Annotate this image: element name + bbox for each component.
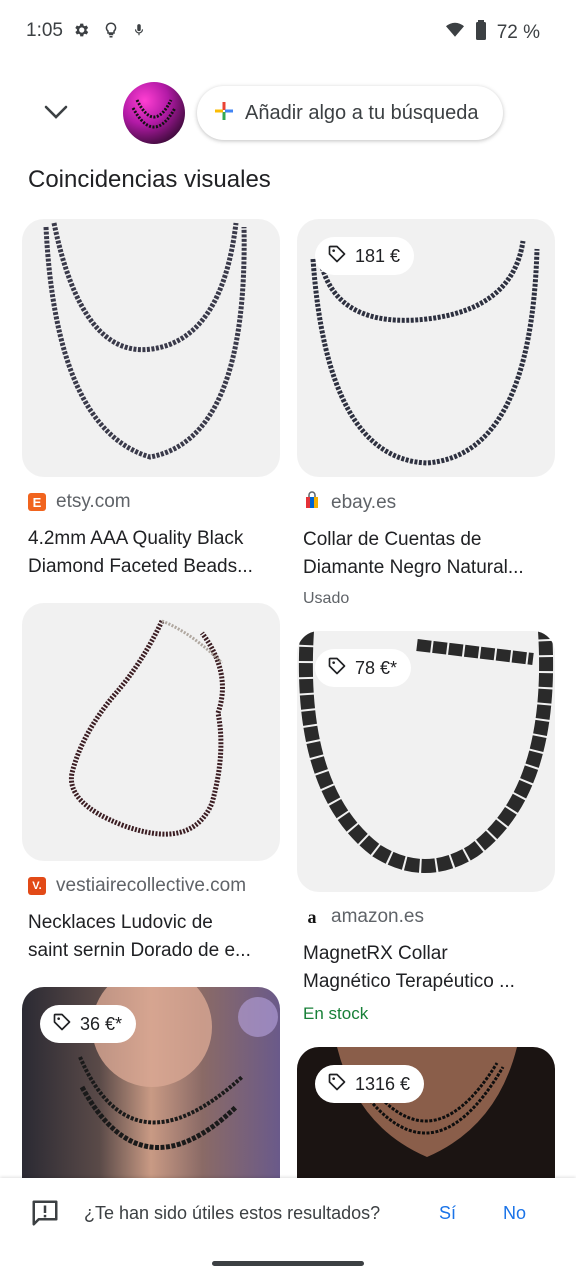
result-source[interactable]: a amazon.es [303,906,555,928]
add-to-search-button[interactable]: Añadir algo a tu búsqueda [197,86,503,140]
price-tag-icon [327,1072,347,1097]
ebay-logo-icon [303,491,321,514]
home-indicator[interactable] [212,1261,364,1266]
price-text: 78 €* [355,657,398,678]
result-card[interactable]: E etsy.com 4.2mm AAA Quality Black Diamo… [22,219,280,581]
feedback-question: ¿Te han sido útiles estos resultados? [84,1203,381,1223]
price-tag-icon [327,656,347,681]
result-title[interactable]: Collar de Cuentas de Diamante Negro Natu… [303,526,553,582]
source-domain: etsy.com [56,491,131,512]
result-title-line: 4.2mm AAA Quality Black [28,528,244,549]
product-image[interactable]: 78 €* [297,631,555,892]
battery-level: 72 % [496,21,540,43]
stock-status: En stock [303,1004,369,1023]
result-source[interactable]: ebay.es [303,491,555,514]
search-row: Añadir algo a tu búsqueda [0,80,576,146]
status-time: 1:05 [26,20,63,41]
amazon-logo-icon: a [303,907,321,927]
result-card[interactable]: V. vestiairecollective.com Necklaces Lud… [22,603,280,965]
price-tag-icon [52,1012,72,1037]
condition-label: Usado [303,590,350,607]
wifi-icon [445,21,465,44]
add-to-search-label: Añadir algo a tu búsqueda [245,101,479,124]
section-title: Coincidencias visuales [28,166,271,193]
price-badge: 78 €* [315,649,412,687]
vestiaire-logo-icon: V. [28,877,46,895]
price-text: 1316 € [355,1073,411,1094]
result-title-line: Magnético Terapéutico ... [303,971,515,992]
etsy-logo-icon: E [28,493,46,511]
result-title-line: Collar de Cuentas de [303,529,482,550]
feedback-icon [30,1198,60,1233]
result-title[interactable]: 4.2mm AAA Quality Black Diamond Faceted … [28,525,278,581]
lightbulb-icon [102,20,120,45]
product-image[interactable] [22,219,280,477]
result-title[interactable]: Necklaces Ludovic de saint sernin Dorado… [28,909,278,965]
price-tag-icon [327,244,347,269]
result-card[interactable]: 1316 € [297,1047,555,1187]
product-image[interactable]: 1316 € [297,1047,555,1187]
price-text: 36 €* [80,1013,123,1034]
result-card[interactable]: 36 €* [22,987,280,1187]
price-badge: 1316 € [315,1065,425,1103]
microphone-icon [132,21,146,44]
collapse-button[interactable] [36,94,76,134]
product-image[interactable]: 181 € [297,219,555,477]
source-domain: ebay.es [331,491,397,513]
result-title-line: Diamante Negro Natural... [303,557,524,578]
price-badge: 36 €* [40,1005,137,1043]
settings-icon [72,21,90,44]
price-text: 181 € [355,245,401,266]
result-title[interactable]: MagnetRX Collar Magnético Terapéutico ..… [303,940,553,996]
query-image-thumbnail[interactable] [123,82,185,144]
result-source[interactable]: V. vestiairecollective.com [28,875,280,897]
chevron-down-icon [43,104,69,125]
product-image[interactable]: 36 €* [22,987,280,1187]
source-domain: amazon.es [331,906,424,927]
battery-icon [475,20,487,45]
product-image[interactable] [22,603,280,861]
plus-icon [215,101,233,125]
feedback-no-button[interactable]: No [503,1203,526,1224]
result-title-line: Necklaces Ludovic de [28,912,213,933]
source-domain: vestiairecollective.com [56,875,247,896]
result-title-line: saint sernin Dorado de e... [28,940,251,961]
result-card[interactable]: 181 € ebay.es Collar de Cuentas de Diama… [297,219,555,608]
status-bar: 1:05 72 % [0,0,576,62]
result-title-line: MagnetRX Collar [303,943,448,964]
feedback-yes-button[interactable]: Sí [439,1203,456,1224]
result-title-line: Diamond Faceted Beads... [28,556,253,577]
price-badge: 181 € [315,237,415,275]
result-card[interactable]: 78 €* a amazon.es MagnetRX Collar Magnét… [297,631,555,1024]
result-source[interactable]: E etsy.com [28,491,280,513]
